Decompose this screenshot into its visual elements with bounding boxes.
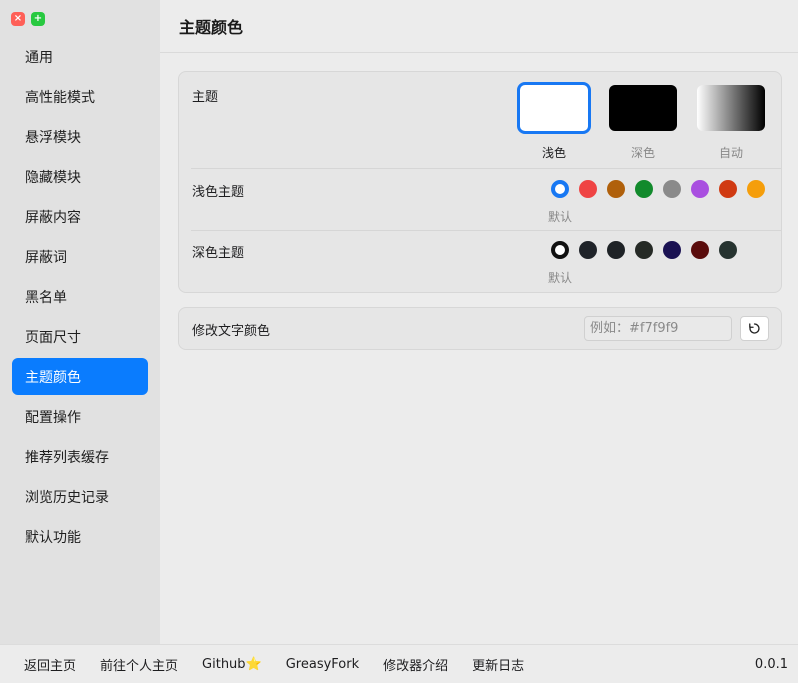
page-header: 主题颜色: [160, 0, 798, 53]
footer-link-github[interactable]: Github⭐: [190, 657, 274, 672]
light-theme-row: 浅色主题 默认: [179, 169, 781, 230]
light-theme-preview: [517, 82, 591, 134]
sidebar-item-config[interactable]: 配置操作: [12, 398, 148, 435]
dark-theme-color-swatch[interactable]: [551, 241, 569, 259]
theme-option-dark[interactable]: 深色: [606, 85, 680, 161]
light-theme-swatches: [551, 180, 765, 198]
sidebar-item-block-words[interactable]: 屏蔽词: [12, 238, 148, 275]
light-theme-color-swatch[interactable]: [719, 180, 737, 198]
sidebar-item-default-features[interactable]: 默认功能: [12, 518, 148, 555]
light-theme-color-swatch[interactable]: [607, 180, 625, 198]
dark-theme-color-swatch[interactable]: [691, 241, 709, 259]
theme-caption-dark: 深色: [630, 146, 655, 160]
dark-theme-color-swatch[interactable]: [719, 241, 737, 259]
theme-caption-light: 浅色: [541, 146, 566, 160]
dark-theme-color-swatch[interactable]: [607, 241, 625, 259]
theme-caption-auto: 自动: [718, 146, 743, 160]
sidebar-item-theme-color[interactable]: 主题颜色: [12, 358, 148, 395]
sidebar-item-history[interactable]: 浏览历史记录: [12, 478, 148, 515]
reset-button[interactable]: [740, 316, 769, 341]
dark-default-caption: 默认: [548, 271, 573, 285]
light-theme-color-swatch[interactable]: [691, 180, 709, 198]
text-color-card: 修改文字颜色: [178, 307, 782, 350]
page-title: 主题颜色: [179, 18, 244, 37]
light-theme-color-swatch[interactable]: [551, 180, 569, 198]
sidebar-item-recommend-cache[interactable]: 推荐列表缓存: [12, 438, 148, 475]
version-label: 0.0.1: [754, 657, 788, 672]
sidebar-item-block-content[interactable]: 屏蔽内容: [12, 198, 148, 235]
footer-link-changelog[interactable]: 更新日志: [460, 655, 536, 674]
sidebar-nav: 通用 高性能模式 悬浮模块 隐藏模块 屏蔽内容 屏蔽词 黑名单 页面尺寸 主题颜…: [12, 38, 148, 558]
light-theme-color-swatch[interactable]: [747, 180, 765, 198]
settings-window: × + 通用 高性能模式 悬浮模块 隐藏模块 屏蔽内容 屏蔽词 黑名单 页面尺寸…: [0, 0, 798, 683]
sidebar-item-floating[interactable]: 悬浮模块: [12, 118, 148, 155]
sidebar-item-performance[interactable]: 高性能模式: [12, 78, 148, 115]
footer-link-profile[interactable]: 前往个人主页: [88, 655, 190, 674]
footer-link-home[interactable]: 返回主页: [12, 655, 88, 674]
footer-link-intro[interactable]: 修改器介绍: [371, 655, 460, 674]
text-color-input[interactable]: [584, 316, 732, 341]
footer: 返回主页 前往个人主页 Github⭐ GreasyFork 修改器介绍 更新日…: [0, 644, 798, 683]
dark-theme-swatches: [551, 241, 737, 259]
theme-settings-card: 主题 浅色 深色 自动 浅色主题 默认 深色主题 默认: [178, 71, 782, 293]
sidebar-item-blacklist[interactable]: 黑名单: [12, 278, 148, 315]
sidebar-item-page-size[interactable]: 页面尺寸: [12, 318, 148, 355]
dark-theme-color-swatch[interactable]: [635, 241, 653, 259]
dark-theme-color-swatch[interactable]: [663, 241, 681, 259]
dark-theme-row: 深色主题 默认: [179, 231, 781, 293]
plus-icon[interactable]: +: [31, 12, 45, 26]
window-controls: × +: [11, 12, 45, 26]
sidebar: × + 通用 高性能模式 悬浮模块 隐藏模块 屏蔽内容 屏蔽词 黑名单 页面尺寸…: [0, 0, 160, 644]
dark-theme-label: 深色主题: [192, 246, 245, 261]
theme-row: 主题 浅色 深色 自动: [179, 72, 781, 168]
light-theme-color-swatch[interactable]: [635, 180, 653, 198]
dark-theme-color-swatch[interactable]: [579, 241, 597, 259]
sidebar-item-hidden[interactable]: 隐藏模块: [12, 158, 148, 195]
light-theme-label: 浅色主题: [192, 185, 245, 200]
light-default-caption: 默认: [548, 210, 573, 224]
sidebar-item-general[interactable]: 通用: [12, 38, 148, 75]
dark-theme-preview: [609, 85, 677, 131]
auto-theme-preview: [697, 85, 765, 131]
reset-icon: [749, 323, 760, 334]
footer-link-greasyfork[interactable]: GreasyFork: [274, 657, 371, 672]
text-color-label: 修改文字颜色: [192, 324, 271, 339]
light-theme-color-swatch[interactable]: [579, 180, 597, 198]
light-theme-color-swatch[interactable]: [663, 180, 681, 198]
theme-option-light[interactable]: 浅色: [517, 82, 591, 161]
close-icon[interactable]: ×: [11, 12, 25, 26]
theme-label: 主题: [192, 90, 219, 105]
theme-option-auto[interactable]: 自动: [694, 85, 768, 161]
